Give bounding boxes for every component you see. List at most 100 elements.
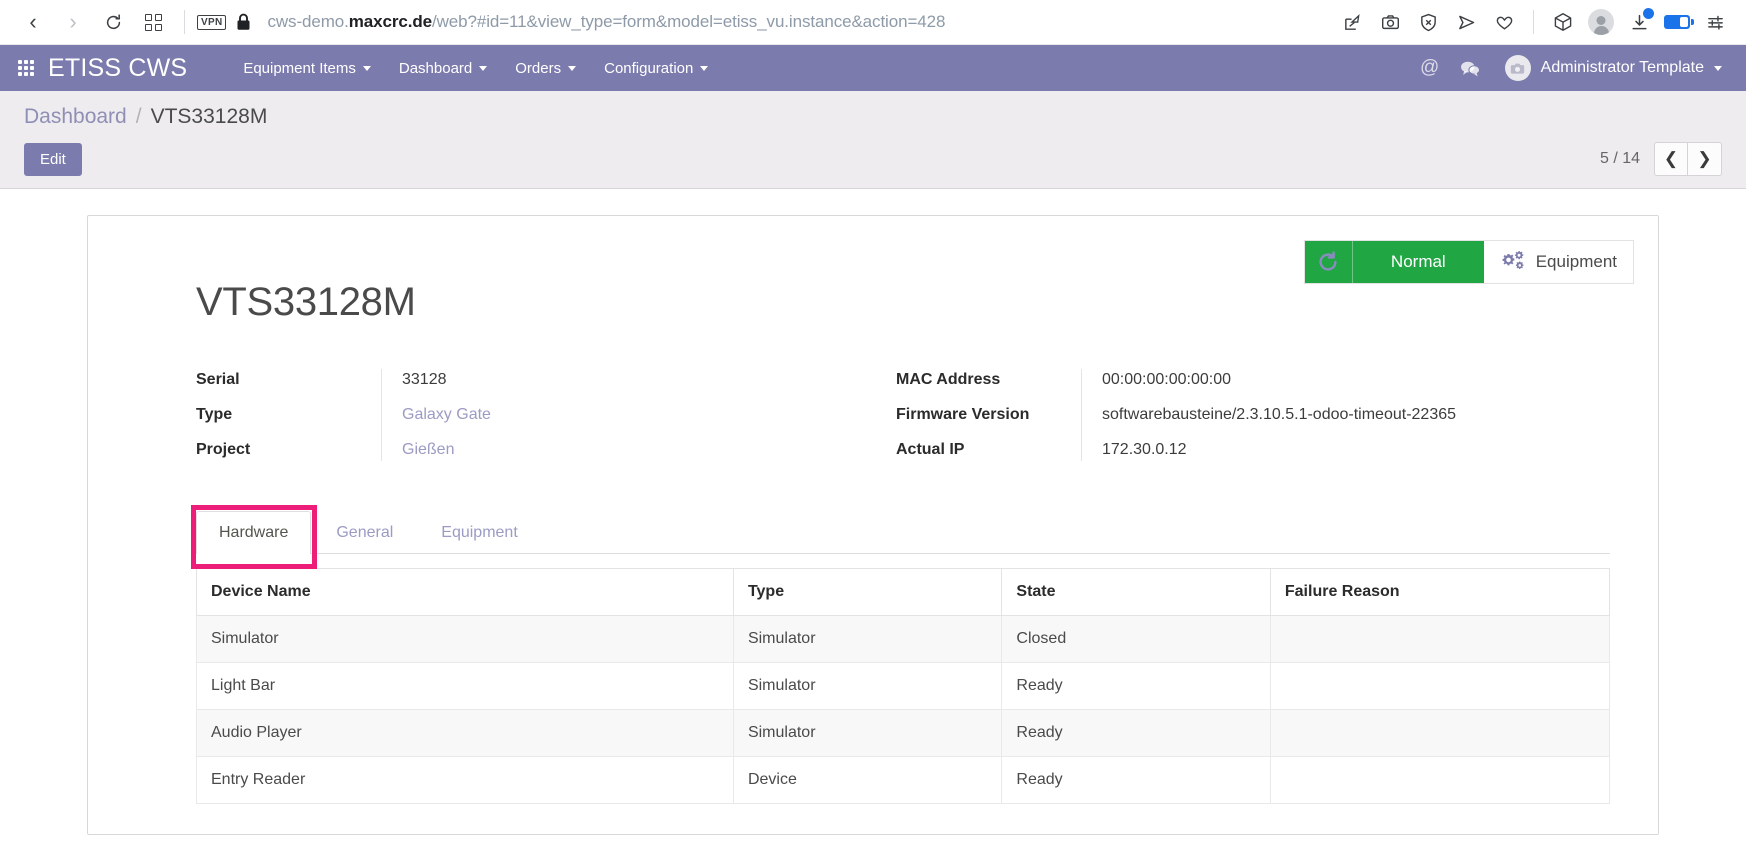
cell-failure-reason [1269,615,1611,663]
menu-configuration[interactable]: Configuration [590,52,722,85]
table-row[interactable]: Audio Player Simulator Ready [196,709,1611,757]
tab-general[interactable]: General [313,511,416,554]
value-type[interactable]: Galaxy Gate [402,404,491,426]
column-state: State [1001,568,1271,616]
column-failure-reason: Failure Reason [1269,568,1611,616]
chat-bubbles-icon[interactable] [1453,51,1487,85]
heart-icon[interactable] [1487,5,1521,39]
toolbar-divider [184,10,185,34]
camera-icon[interactable] [1373,5,1407,39]
toolbar-divider-2 [1533,10,1534,34]
cube-icon[interactable] [1546,5,1580,39]
chevron-down-icon [479,65,488,71]
browser-toolbar-right [1335,5,1732,39]
table-body: Simulator Simulator Closed Light Bar Sim… [196,615,1611,804]
menu-dashboard[interactable]: Dashboard [385,52,501,85]
lock-icon[interactable] [236,13,251,31]
control-panel-row: Edit 5 / 14 ❮ ❯ [24,142,1722,176]
cell-state: Ready [1001,662,1271,710]
tab-grid-icon [144,13,162,31]
downloads-icon[interactable] [1622,5,1656,39]
field-group-left: Serial Type Project 33128 Galaxy Gate Gi… [196,369,896,461]
cell-device-name: Light Bar [196,662,734,710]
table-row[interactable]: Entry Reader Device Ready [196,756,1611,804]
table-header: Device Name Type State Failure Reason [196,568,1611,616]
label-project: Project [196,441,251,458]
profile-avatar-icon[interactable] [1584,5,1618,39]
cell-state: Ready [1001,709,1271,757]
back-button[interactable]: ‹ [14,3,52,41]
chevron-right-icon: ❯ [1697,149,1712,168]
download-badge [1643,8,1654,19]
label-actual-ip: Actual IP [896,441,965,458]
status-strip: Normal Equipment [1303,240,1634,284]
cell-failure-reason [1269,756,1611,804]
field-labels-right: MAC Address Firmware Version Actual IP [896,369,1082,461]
tab-equipment[interactable]: Equipment [418,511,541,554]
browser-nav-buttons: ‹ › [14,3,172,41]
field-values-left: 33128 Galaxy Gate Gießen [382,369,491,461]
chevron-down-icon [362,65,371,71]
tab-hardware[interactable]: Hardware [196,511,312,554]
browser-toolbar: ‹ › VPN cws-demo.maxcrc.de/web?#id=11&vi… [0,0,1746,45]
camera-avatar-icon [1504,55,1531,81]
table-row[interactable]: Simulator Simulator Closed [196,615,1611,663]
menu-dashboard-label: Dashboard [398,59,473,77]
shield-block-icon[interactable] [1411,5,1445,39]
apps-grid-icon[interactable] [18,60,34,76]
label-type: Type [196,406,233,423]
record-pager: 5 / 14 ❮ ❯ [1600,142,1722,176]
chevron-down-icon [568,65,577,71]
vpn-badge[interactable]: VPN [197,14,227,30]
field-labels-left: Serial Type Project [196,369,382,461]
breadcrumb-dashboard[interactable]: Dashboard [24,105,127,129]
edit-button[interactable]: Edit [24,142,82,176]
send-icon[interactable] [1449,5,1483,39]
cell-device-name: Entry Reader [196,756,734,804]
settings-sliders-icon[interactable] [1698,5,1732,39]
user-menu[interactable]: Administrator Template [1499,51,1730,85]
equipment-button[interactable]: Equipment [1483,241,1633,283]
value-serial: 33128 [402,371,447,388]
value-firmware-version: softwarebausteine/2.3.10.5.1-odoo-timeou… [1102,406,1457,423]
forward-button[interactable]: › [54,3,92,41]
app-navbar: ETISS CWS Equipment Items Dashboard Orde… [0,45,1746,91]
cell-state: Closed [1001,615,1271,663]
cell-type: Simulator [732,615,1003,663]
content-area: Normal Equipment VTS33128M Serial Type P… [0,189,1746,858]
tab-list: Hardware General Equipment [196,511,1610,554]
pager-previous-button[interactable]: ❮ [1654,142,1688,176]
page-title: VTS33128M [196,280,416,324]
brand-title[interactable]: ETISS CWS [48,54,187,83]
tab-overview-button[interactable] [134,3,172,41]
table-row[interactable]: Light Bar Simulator Ready [196,662,1611,710]
avatar [1588,9,1614,35]
label-serial: Serial [196,371,240,388]
cell-device-name: Audio Player [196,709,734,757]
cell-type: Device [732,756,1003,804]
chevron-down-icon [700,65,709,71]
gears-icon [1500,249,1526,276]
value-project[interactable]: Gießen [402,439,491,461]
at-sign-icon[interactable]: @ [1413,51,1447,85]
record-fields: Serial Type Project 33128 Galaxy Gate Gi… [196,369,1634,461]
breadcrumb: Dashboard / VTS33128M [24,105,1722,129]
menu-orders[interactable]: Orders [501,52,590,85]
menu-equipment-items[interactable]: Equipment Items [229,52,385,85]
refresh-circular-icon[interactable] [1304,241,1353,283]
edit-pin-icon[interactable] [1335,5,1369,39]
cell-failure-reason [1269,709,1611,757]
reload-button[interactable] [94,3,132,41]
label-mac-address: MAC Address [896,371,1001,388]
table-header-row: Device Name Type State Failure Reason [196,568,1611,616]
pager-buttons: ❮ ❯ [1654,142,1722,176]
navbar-right: @ Administrator Template [1413,51,1730,85]
value-mac-address: 00:00:00:00:00:00 [1102,371,1232,388]
column-type: Type [732,568,1003,616]
field-group-right: MAC Address Firmware Version Actual IP 0… [896,369,1456,461]
field-values-right: 00:00:00:00:00:00 softwarebausteine/2.3.… [1082,369,1456,461]
pager-next-button[interactable]: ❯ [1688,142,1722,176]
battery-icon[interactable] [1660,5,1694,39]
chevron-right-icon: › [69,9,77,34]
address-bar[interactable]: cws-demo.maxcrc.de/web?#id=11&view_type=… [267,12,945,32]
